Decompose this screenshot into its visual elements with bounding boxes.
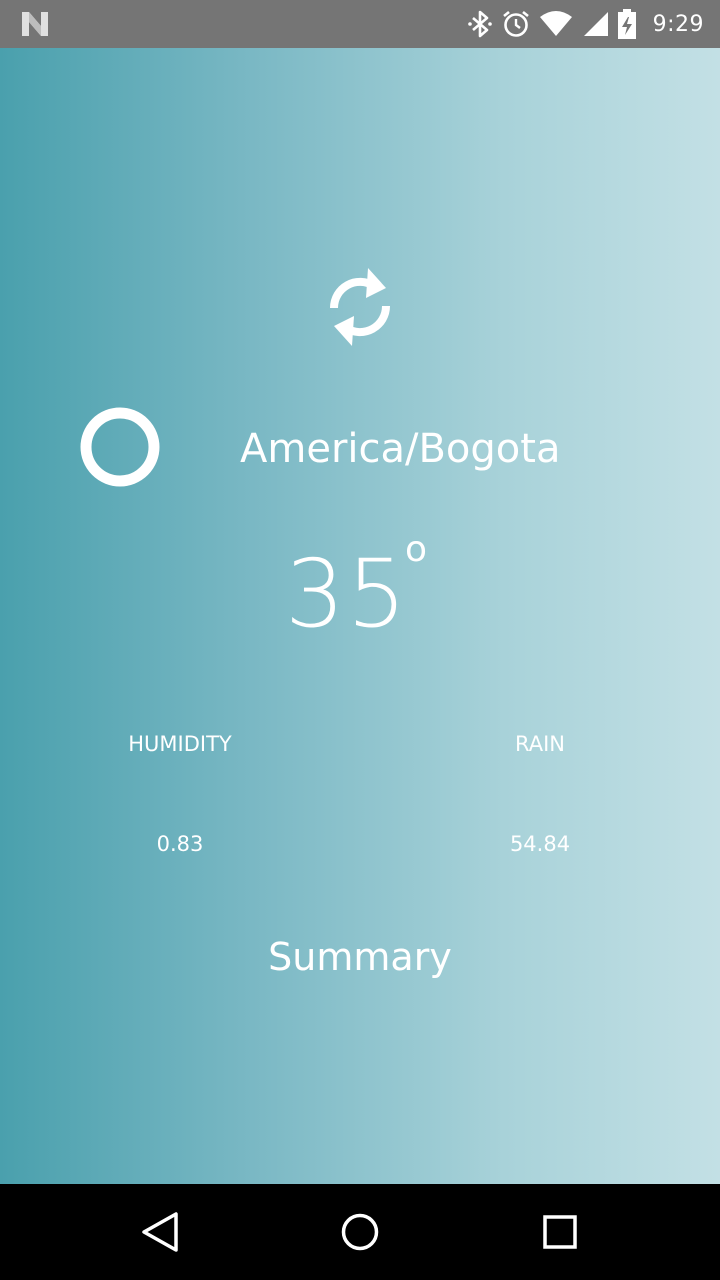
weather-content: America/Bogota 35 o HUMIDITY RAIN 0.83 5…	[0, 48, 720, 1184]
recents-icon[interactable]	[536, 1208, 584, 1256]
humidity-label: HUMIDITY	[128, 732, 232, 756]
back-icon[interactable]	[136, 1208, 184, 1256]
status-bar: 9:29	[0, 0, 720, 48]
degree-symbol: o	[405, 529, 428, 570]
battery-charging-icon	[617, 9, 636, 39]
ring-icon	[80, 407, 160, 487]
alarm-icon	[502, 10, 529, 37]
humidity-value: 0.83	[156, 832, 204, 856]
bluetooth-icon	[467, 10, 492, 38]
temperature-value: 35	[285, 540, 409, 649]
status-time: 9:29	[652, 11, 704, 37]
weather-screen: 9:29 America/Bogota 35 o HUMIDITY RAIN 0…	[0, 0, 720, 1280]
signal-icon	[583, 12, 608, 36]
city-name: America/Bogota	[240, 426, 561, 472]
summary-text: Summary	[268, 935, 452, 979]
home-icon[interactable]	[336, 1208, 384, 1256]
refresh-icon[interactable]	[322, 264, 398, 350]
rain-value: 54.84	[509, 832, 571, 856]
n-logo-icon	[22, 12, 48, 36]
nav-bar	[0, 1184, 720, 1280]
wifi-icon	[539, 11, 572, 36]
rain-label: RAIN	[514, 732, 565, 756]
status-icons: 9:29	[467, 0, 704, 48]
